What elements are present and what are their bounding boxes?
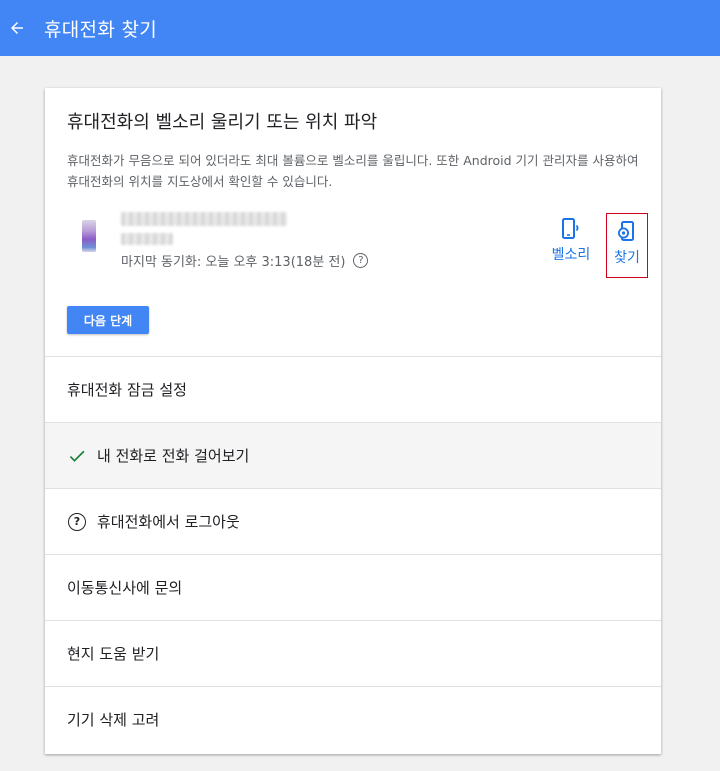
locate-device-icon <box>618 221 634 241</box>
menu-item-local-help[interactable]: 현지 도움 받기 <box>45 620 661 686</box>
menu-item-call-phone[interactable]: 내 전화로 전화 걸어보기 <box>45 422 661 488</box>
find-button[interactable]: 찾기 <box>606 213 648 278</box>
find-phone-card: 휴대전화의 벨소리 울리기 또는 위치 파악 휴대전화가 무음으로 되어 있더라… <box>45 88 661 754</box>
menu-item-label: 기기 삭제 고려 <box>67 711 160 729</box>
phone-ring-icon <box>562 218 579 239</box>
menu-item-label: 휴대전화 잠금 설정 <box>67 381 187 399</box>
menu-item-label: 내 전화로 전화 걸어보기 <box>97 447 250 465</box>
last-sync-text: 마지막 동기화: 오늘 오후 3:13(18분 전) <box>121 255 346 270</box>
device-row: 마지막 동기화: 오늘 오후 3:13(18분 전) ? 벨소리 찾기 <box>67 212 651 282</box>
device-thumbnail <box>82 220 96 252</box>
device-detail-redacted <box>121 233 173 245</box>
page-title: 휴대전화 찾기 <box>44 18 158 41</box>
arrow-back-icon <box>11 22 23 34</box>
menu-item-lock-phone[interactable]: 휴대전화 잠금 설정 <box>45 356 661 422</box>
ring-button[interactable]: 벨소리 <box>549 217 593 264</box>
next-step-button[interactable]: 다음 단계 <box>67 306 149 334</box>
menu-item-sign-out[interactable]: ? 휴대전화에서 로그아웃 <box>45 488 661 554</box>
menu-item-erase-device[interactable]: 기기 삭제 고려 <box>45 686 661 752</box>
section-heading: 휴대전화의 벨소리 울리기 또는 위치 파악 <box>67 112 378 133</box>
ring-locate-section: 휴대전화의 벨소리 울리기 또는 위치 파악 휴대전화가 무음으로 되어 있더라… <box>45 88 661 192</box>
menu-item-label: 휴대전화에서 로그아웃 <box>97 513 240 531</box>
back-button[interactable] <box>2 13 32 43</box>
section-description: 휴대전화가 무음으로 되어 있더라도 최대 볼륨으로 벨소리를 울립니다. 또한… <box>67 153 639 189</box>
app-header: 휴대전화 찾기 <box>0 0 720 56</box>
menu-item-label: 현지 도움 받기 <box>67 645 160 663</box>
checkmark-icon <box>67 446 87 466</box>
menu-item-label: 이동통신사에 문의 <box>67 579 183 597</box>
find-label: 찾기 <box>614 250 640 266</box>
help-options-list: 휴대전화 잠금 설정 내 전화로 전화 걸어보기 ? 휴대전화에서 로그아웃 이… <box>45 356 661 752</box>
menu-item-contact-carrier[interactable]: 이동통신사에 문의 <box>45 554 661 620</box>
ring-label: 벨소리 <box>551 247 591 263</box>
help-icon[interactable]: ? <box>353 253 369 268</box>
device-name-redacted <box>121 212 287 226</box>
last-sync-status: 마지막 동기화: 오늘 오후 3:13(18분 전) ? <box>121 251 369 270</box>
help-circle-icon: ? <box>67 512 87 532</box>
